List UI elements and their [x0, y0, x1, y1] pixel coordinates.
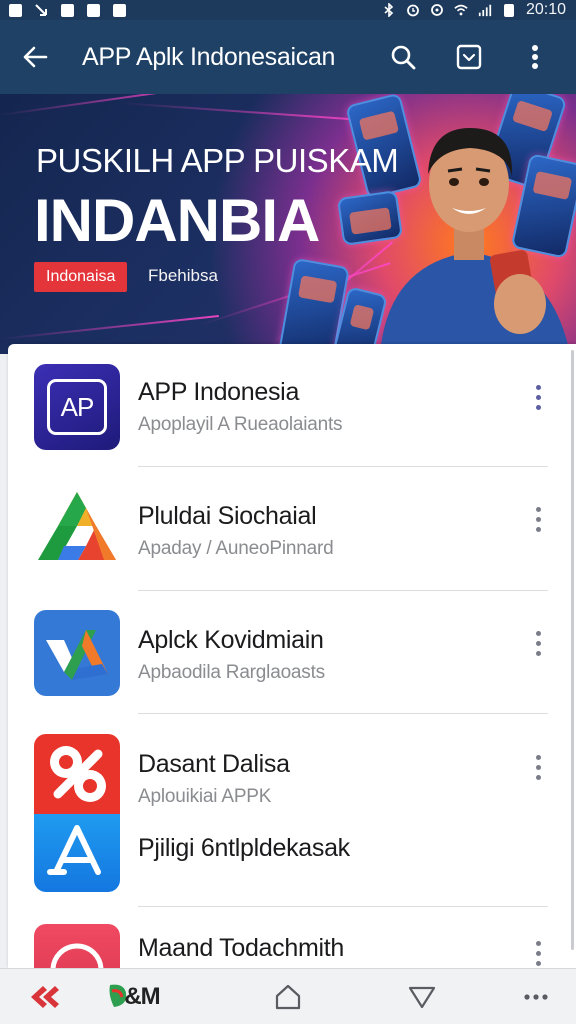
list-item-pluldai-siochaial[interactable]: Pluldai Siochaial Apaday / AuneoPinnard [8, 468, 568, 592]
nav-back-button[interactable] [12, 969, 76, 1024]
more-options-button[interactable] [518, 928, 558, 968]
download-box-icon [456, 44, 482, 70]
status-bar: 20:10 [0, 0, 576, 20]
app-subtitle: Apaday / AuneoPinnard [138, 538, 334, 559]
app-title: APP Aplk Indonesaican [82, 42, 336, 71]
banner-tag[interactable]: Indonaisa [34, 262, 128, 292]
wifi-icon [454, 3, 468, 17]
list-item-app-indonesia[interactable]: AP APP Indonesia Apoplayil A Rueaolaiant… [8, 344, 568, 468]
app-indonesia-icon-text: AP [60, 391, 95, 422]
more-options-button[interactable] [518, 742, 558, 792]
app-store-a-icon [34, 814, 120, 892]
image-notification-icon [8, 3, 22, 17]
download-button[interactable] [436, 20, 502, 94]
triangle-drive-icon [34, 486, 120, 572]
more-options-button[interactable] [518, 494, 558, 544]
bluetooth-icon [382, 3, 396, 17]
app-name: APP Indonesia [138, 378, 300, 406]
banner-subtitle: PUSKILH APP PUISKAM [36, 142, 399, 179]
nav-brand-button[interactable]: &M [96, 969, 172, 1024]
double-chevron-left-icon [31, 986, 59, 1008]
home-icon [275, 984, 301, 1010]
list-item-maand-todachmith[interactable]: Maand Todachmith [8, 908, 568, 968]
triangle-down-icon [408, 986, 436, 1009]
more-options-button[interactable] [518, 618, 558, 668]
arrow-left-icon [23, 46, 48, 68]
divider [138, 713, 548, 714]
battery-icon [502, 3, 516, 17]
brand-logo-text: &M [124, 983, 160, 1010]
missed-call-icon [34, 3, 48, 17]
checkmark-triangle-icon [34, 610, 120, 696]
nav-recents-button[interactable] [390, 969, 454, 1024]
more-vertical-icon [532, 45, 538, 69]
nav-home-button[interactable] [256, 969, 320, 1024]
app-indonesia-icon: AP [34, 364, 120, 450]
app-list: AP APP Indonesia Apoplayil A Rueaolaiant… [8, 344, 576, 968]
divider [138, 906, 548, 907]
scrollbar[interactable] [571, 350, 574, 950]
overflow-menu-button[interactable] [502, 20, 568, 94]
app-subtitle: Apoplayil A Rueaolaiants [138, 414, 343, 435]
signal-icon [478, 3, 492, 17]
app-name: Pluldai Siochaial [138, 502, 317, 530]
status-time: 20:10 [525, 1, 566, 18]
list-item-pjiligi[interactable]: Pjiligi 6ntlpldekasak [8, 796, 568, 906]
app-subtitle: Apbaodila Rarglaoasts [138, 662, 325, 683]
red-circle-icon [34, 924, 120, 968]
divider [138, 590, 548, 591]
app-name: Maand Todachmith [138, 934, 344, 962]
list-item-aplck-kovidmiain[interactable]: Aplck Kovidmiain Apbaodila Rarglaoasts [8, 592, 568, 716]
divider [138, 466, 548, 467]
promo-banner[interactable]: PUSKILH APP PUISKAM INDANBIA Indonaisa F… [0, 94, 576, 354]
list-item-dasant-dalisa[interactable]: Dasant Dalisa Aplouikiai APPK [8, 716, 568, 814]
banner-tag-secondary: Fbehibsa [148, 266, 218, 285]
back-button[interactable] [0, 20, 70, 94]
alarm-icon [406, 3, 420, 17]
person-illustration [380, 128, 570, 354]
bottom-nav: &M [0, 968, 576, 1024]
more-horizontal-icon [524, 994, 548, 1000]
banner-title: INDANBIA [34, 187, 320, 254]
app-bar: APP Aplk Indonesaican [0, 20, 576, 94]
search-icon [391, 45, 416, 70]
app-name: Pjiligi 6ntlpldekasak [138, 834, 350, 862]
mail-notification-icon [86, 3, 100, 17]
sync-icon [430, 3, 444, 17]
app-name: Aplck Kovidmiain [138, 626, 324, 654]
search-button[interactable] [370, 20, 436, 94]
more-options-button[interactable] [518, 372, 558, 422]
message-notification-icon [60, 3, 74, 17]
nav-more-button[interactable] [506, 969, 566, 1024]
app-notification-icon [112, 3, 126, 17]
app-name: Dasant Dalisa [138, 750, 290, 778]
